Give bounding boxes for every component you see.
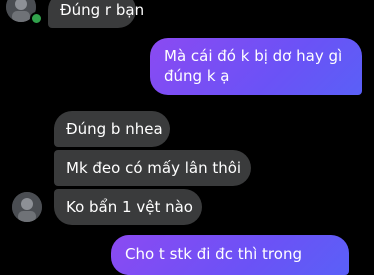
message-text: Đúng r bạn [60,1,145,19]
message-text: Ko bẩn 1 vệt nào [66,198,193,216]
online-status-dot [30,12,43,25]
avatar-image [12,192,42,222]
message-bubble-received[interactable]: Đúng r bạn [48,0,144,28]
message-text: Mà cái đó k bị dơ hay gì đúng k ạ [164,47,343,85]
message-bubble-sent[interactable]: Cho t stk đi đc thì trong [111,235,349,275]
message-text: Cho t stk đi đc thì trong [125,245,302,263]
message-text: Mk đeo có mấy lân thôi [66,159,242,177]
message-bubble-received[interactable]: Đúng b nhea [54,111,170,147]
contact-avatar[interactable] [12,192,42,222]
message-bubble-received[interactable]: Mk đeo có mấy lân thôi [54,150,251,186]
chat-thread[interactable]: Đúng r bạn Mà cái đó k bị dơ hay gì đúng… [0,0,374,275]
message-bubble-sent[interactable]: Mà cái đó k bị dơ hay gì đúng k ạ [150,38,362,95]
message-bubble-received[interactable]: Ko bẩn 1 vệt nào [54,189,202,225]
message-text: Đúng b nhea [66,120,163,138]
